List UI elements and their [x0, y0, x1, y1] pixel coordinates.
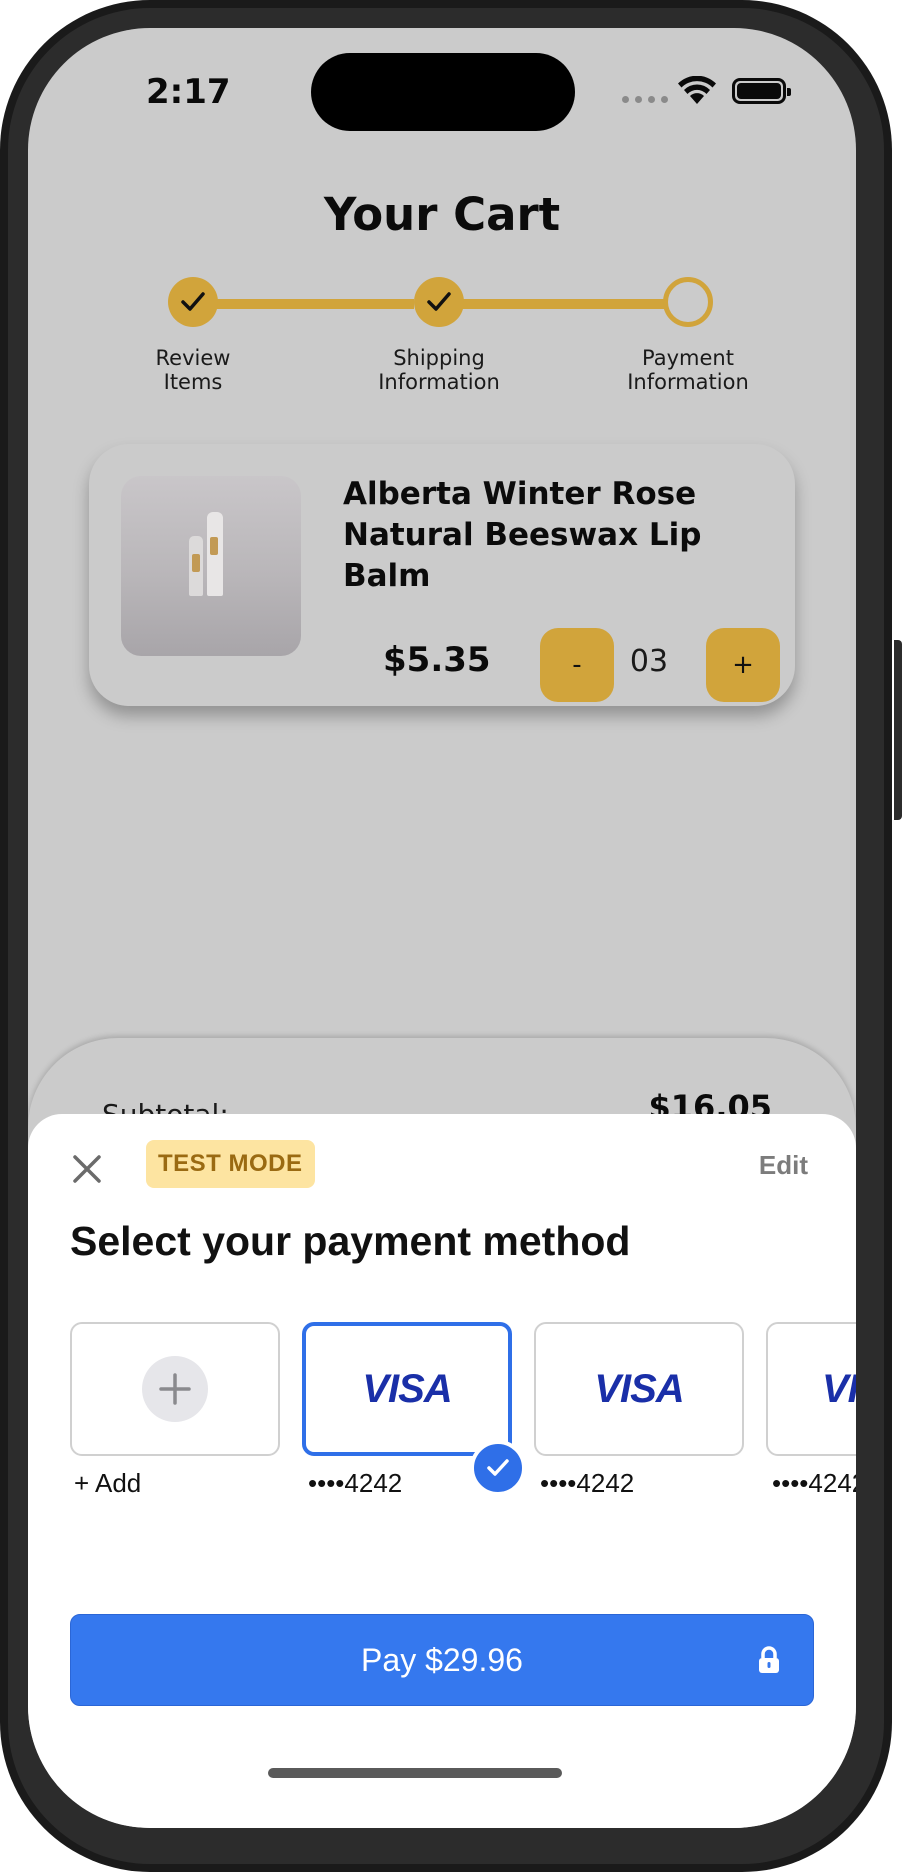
payment-card-2[interactable]: VISA — [534, 1322, 744, 1456]
add-method-label: + Add — [74, 1468, 142, 1498]
dynamic-island — [311, 53, 575, 131]
step-shipping-check-icon — [414, 277, 464, 327]
wifi-icon — [678, 76, 716, 104]
payment-card-3[interactable]: VISA — [766, 1322, 856, 1456]
status-time: 2:17 — [146, 72, 231, 112]
cellular-signal-icon — [622, 96, 668, 103]
lock-icon — [759, 1646, 779, 1673]
side-button — [894, 640, 902, 820]
screen: 2:17 Your Cart Review Items Shipping Infor… — [28, 28, 856, 1828]
pay-button[interactable]: Pay $29.96 — [70, 1614, 814, 1706]
edit-button[interactable]: Edit — [759, 1150, 808, 1181]
phone-frame: 2:17 Your Cart Review Items Shipping Infor… — [0, 0, 902, 1872]
step-label-review: Review Items — [155, 346, 231, 394]
card-last4-label: ••••4242 — [540, 1468, 635, 1498]
card-last4-label: ••••4242 — [772, 1468, 856, 1498]
step-review-check-icon — [168, 277, 218, 327]
stepper-connector — [438, 299, 688, 309]
selected-check-icon — [470, 1440, 526, 1496]
plus-icon — [142, 1356, 208, 1422]
visa-logo-icon: VISA — [822, 1366, 856, 1411]
product-price: $5.35 — [383, 640, 491, 680]
card-last4-label: ••••4242 — [308, 1468, 403, 1498]
close-icon[interactable] — [70, 1152, 104, 1186]
battery-icon — [732, 78, 791, 104]
test-mode-badge: TEST MODE — [146, 1140, 315, 1188]
step-label-shipping: Shipping Information — [378, 346, 500, 394]
step-label-payment: Payment Information — [627, 346, 749, 394]
payment-sheet: TEST MODE Edit Select your payment metho… — [28, 1114, 856, 1828]
stepper-connector — [192, 299, 414, 309]
payment-card-1[interactable]: VISA — [302, 1322, 512, 1456]
cart-item-card: Alberta Winter Rose Natural Beeswax Lip … — [89, 444, 795, 706]
increment-button[interactable]: + — [706, 628, 780, 702]
product-name: Alberta Winter Rose Natural Beeswax Lip … — [343, 476, 702, 594]
step-payment-circle-icon — [663, 277, 713, 327]
visa-logo-icon: VISA — [362, 1366, 452, 1411]
quantity-value: 03 — [629, 644, 669, 679]
home-indicator[interactable] — [268, 1768, 562, 1778]
product-image — [121, 476, 301, 656]
add-payment-method-button[interactable] — [70, 1322, 280, 1456]
visa-logo-icon: VISA — [594, 1366, 684, 1411]
sheet-title: Select your payment method — [70, 1218, 631, 1264]
decrement-button[interactable]: - — [540, 628, 614, 702]
pay-button-label: Pay $29.96 — [361, 1641, 523, 1678]
page-title: Your Cart — [323, 188, 561, 241]
